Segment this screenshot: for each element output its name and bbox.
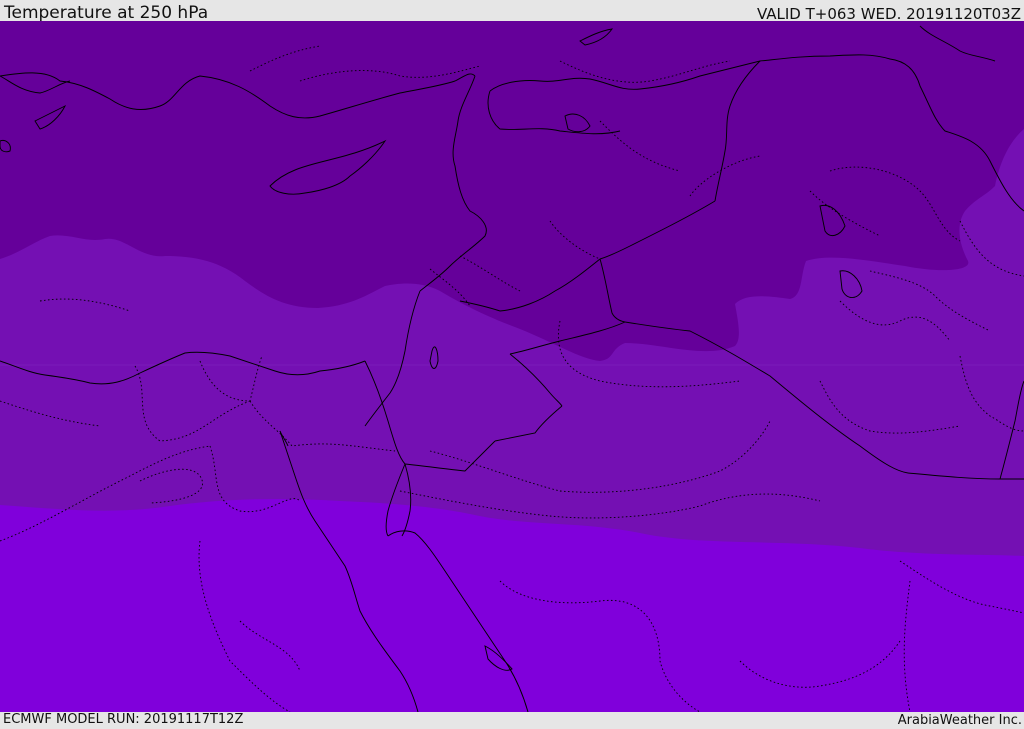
temperature-map[interactable] <box>0 21 1024 712</box>
credit-text: ArabiaWeather Inc. <box>897 713 1022 728</box>
map-title: Temperature at 250 hPa <box>4 3 209 23</box>
map-canvas <box>0 21 1024 712</box>
header-bar: Temperature at 250 hPa VALID T+063 WED. … <box>0 0 1024 23</box>
footer-bar: ECMWF MODEL RUN: 20191117T12Z ArabiaWeat… <box>0 712 1024 729</box>
model-run: ECMWF MODEL RUN: 20191117T12Z <box>3 712 244 727</box>
